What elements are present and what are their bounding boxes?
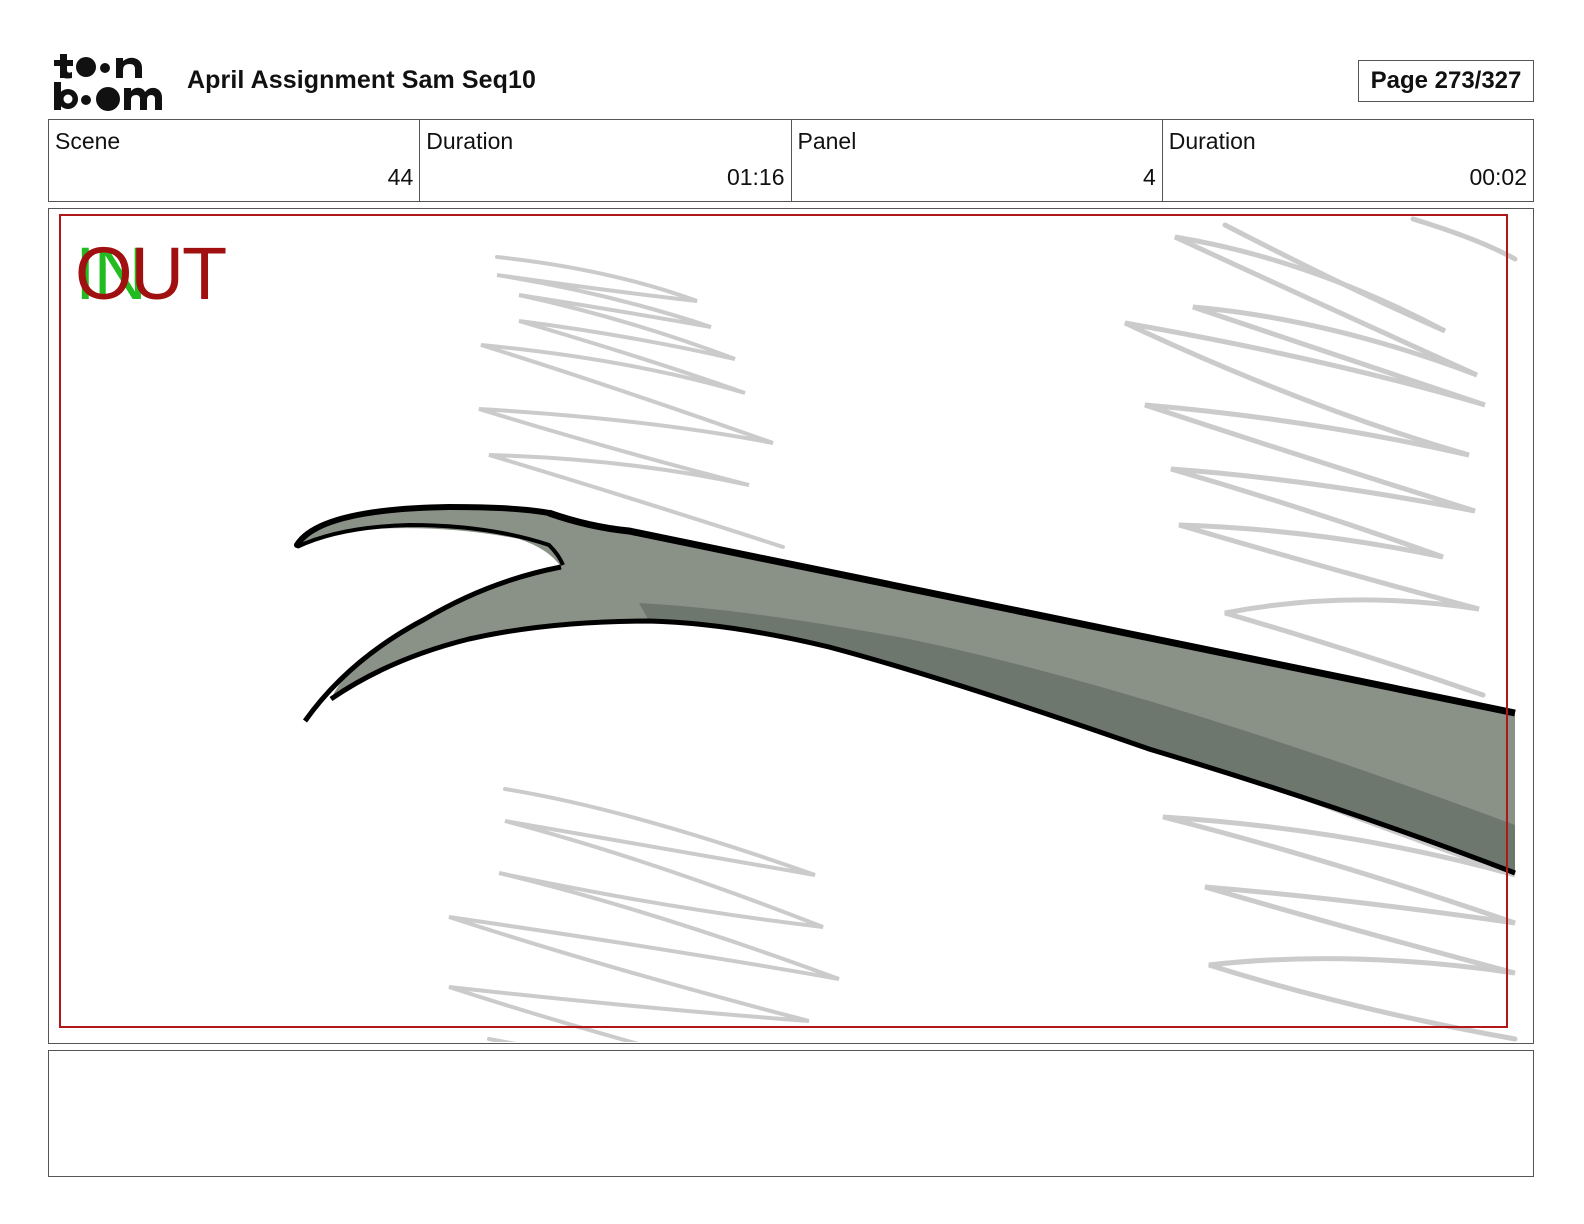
logo-text: toonboom (50, 50, 55, 51)
toonboom-logo: toonboom (50, 50, 162, 111)
scene-label: Scene (55, 128, 121, 154)
panel-drawing (59, 214, 1518, 1042)
storyboard-panel: IN OUT (48, 208, 1534, 1044)
sketch-scribbles-left (448, 255, 840, 1042)
panel-duration-label: Duration (1168, 128, 1256, 154)
page-indicator: Page 273/327 (1358, 60, 1534, 102)
scene-duration-value: 01:16 (726, 164, 785, 190)
panel-notes (48, 1050, 1534, 1177)
panel-duration-value: 00:02 (1469, 164, 1527, 190)
panel-value: 4 (1142, 164, 1156, 190)
tree-branch (294, 503, 1516, 876)
out-marker: OUT (75, 232, 227, 315)
document-title: April Assignment Sam Seq10 (187, 66, 536, 94)
panel-label: Panel (797, 128, 857, 154)
sketch-scribbles-right (1123, 216, 1518, 1042)
panel-duration-cell: Duration 00:02 (1161, 120, 1533, 201)
scene-value: 44 (387, 164, 414, 190)
scene-duration-cell: Duration 01:16 (419, 120, 790, 201)
panel-cell: Panel 4 (790, 120, 1162, 201)
scene-duration-label: Duration (426, 128, 514, 154)
scene-cell: Scene 44 (49, 120, 419, 201)
panel-info-table: Scene 44 Duration 01:16 Panel 4 Duration… (48, 119, 1534, 202)
